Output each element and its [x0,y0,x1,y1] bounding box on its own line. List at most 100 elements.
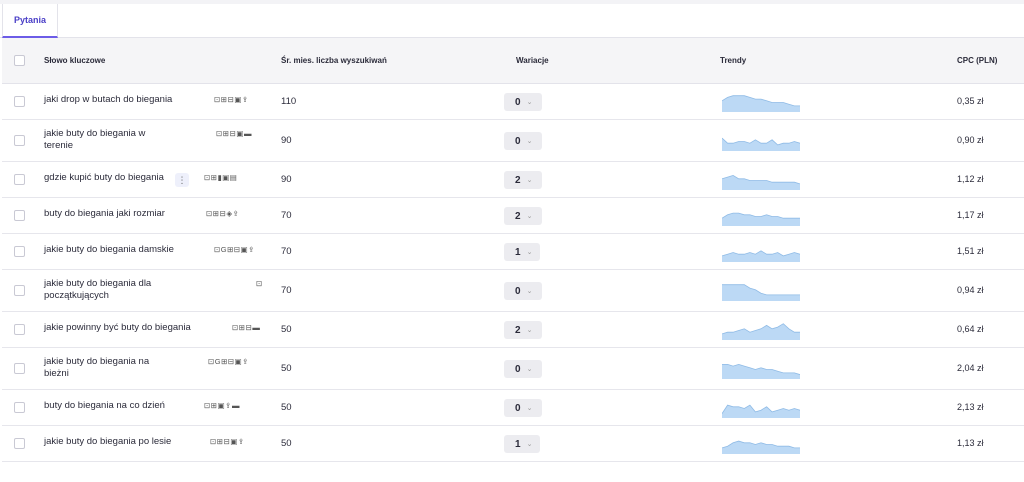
trend-sparkline [722,404,800,418]
search-volume: 70 [281,246,292,257]
variations-dropdown[interactable]: 2 ⌄ [504,321,542,339]
trend-sparkline [722,363,800,379]
serp-features-icons: ⊡⊞▣⇪▬ [204,401,240,410]
cpc-value: 1,12 zł [957,174,984,184]
table-row: jakie buty do biegania damskie ⊡G⊞⊟▣⇪ 70 1 ⌄… [2,234,1024,270]
variations-dropdown[interactable]: 0 ⌄ [504,93,542,111]
variations-count: 1 [515,438,521,450]
variations-count: 2 [515,324,521,336]
variations-dropdown[interactable]: 1 ⌄ [504,435,540,453]
chevron-down-icon: ⌄ [526,288,533,295]
select-all-checkbox[interactable] [14,55,25,66]
tab-pytania[interactable]: Pytania [2,4,58,38]
cpc-value: 1,13 zł [957,438,984,448]
serp-features-icons: ⊡⊞⊟▣⇪ [210,437,245,446]
chevron-down-icon: ⌄ [526,327,533,334]
keyword-text: jakie buty do biegania w terenie [44,128,146,151]
variations-dropdown[interactable]: 0 ⌄ [504,399,542,417]
page: Pytania Słowo kluczowe Śr. mies. liczba … [0,4,1024,482]
table-row: jaki drop w butach do biegania ⊡⊞⊟▣⇪ 110 0 ⌄… [2,84,1024,120]
row-checkbox[interactable] [14,438,25,449]
variations-count: 2 [515,174,521,186]
trend-sparkline [722,250,800,262]
variations-count: 0 [515,135,521,147]
variations-count: 1 [515,246,521,258]
table-row: jakie buty do biegania w terenie ⊡⊞⊟▣▬ 90 0… [2,120,1024,162]
cpc-value: 1,17 zł [957,210,984,220]
row-checkbox[interactable] [14,135,25,146]
serp-features-icons: ⊡G⊞⊟▣⇪ [208,357,250,366]
trend-sparkline [722,323,800,340]
variations-dropdown[interactable]: 0 ⌄ [504,282,542,300]
serp-features-icons: ⊡⊞⊟▬ [232,323,261,332]
trend-area [722,138,800,151]
cpc-value: 2,13 zł [957,402,984,412]
search-volume: 50 [281,438,292,449]
chevron-down-icon: ⌄ [526,441,533,448]
variations-dropdown[interactable]: 2 ⌄ [504,171,542,189]
row-checkbox[interactable] [14,363,25,374]
table-row: buty do biegania jaki rozmiar ⊡⊞⊟◈⇪ 70 2 ⌄ 1,… [2,198,1024,234]
trend-sparkline [722,212,800,226]
col-keyword-header[interactable]: Słowo kluczowe [44,56,105,65]
col-volume-header[interactable]: Śr. mies. liczba wyszukiwań [281,56,387,65]
table-body: jaki drop w butach do biegania ⊡⊞⊟▣⇪ 110 0 ⌄… [2,84,1024,462]
trend-sparkline [722,95,800,112]
chevron-down-icon: ⌄ [526,99,533,106]
serp-features-icons: ⊡⊞⊟▣▬ [216,129,252,138]
table-row: jakie powinny być buty do biegania ⊡⊞⊟▬ 50… [2,312,1024,348]
search-volume: 50 [281,402,292,413]
chevron-down-icon: ⌄ [526,405,533,412]
chevron-down-icon: ⌄ [526,249,533,256]
serp-features-icons: ⊡G⊞⊟▣⇪ [214,245,256,254]
chevron-down-icon: ⌄ [526,366,533,373]
cpc-value: 0,64 zł [957,324,984,334]
col-cpc-header[interactable]: CPC (PLN) [957,56,997,65]
keyword-text: jaki drop w butach do biegania [44,94,173,105]
col-trends-header[interactable]: Trendy [720,56,746,65]
serp-features-icons: ⊡⊞⊟▣⇪ [214,95,249,104]
variations-dropdown[interactable]: 0 ⌄ [504,360,542,378]
trend-sparkline [722,284,800,301]
keywords-table: Słowo kluczowe Śr. mies. liczba wyszukiw… [2,38,1024,462]
table-row: buty do biegania na co dzień ⊡⊞▣⇪▬ 50 0 ⌄ 2,1… [2,390,1024,426]
row-checkbox[interactable] [14,402,25,413]
row-checkbox[interactable] [14,210,25,221]
variations-dropdown[interactable]: 0 ⌄ [504,132,542,150]
row-checkbox[interactable] [14,96,25,107]
row-checkbox[interactable] [14,285,25,296]
keyword-text: jakie buty do biegania po lesie [44,436,172,447]
table-row: jakie buty do biegania dla początkującyc… [2,270,1024,312]
trend-sparkline [722,440,800,454]
col-variations-header[interactable]: Wariacje [516,56,549,65]
keyword-text: jakie buty do biegania damskie [44,244,174,255]
trend-area [722,364,800,379]
trend-sparkline [722,137,800,151]
variations-dropdown[interactable]: 1 ⌄ [504,243,540,261]
search-volume: 50 [281,324,292,335]
tab-bar: Pytania [0,4,1024,38]
trend-sparkline [722,174,800,190]
search-volume: 70 [281,210,292,221]
cpc-value: 0,35 zł [957,96,984,106]
keyword-text: jakie buty do biegania na bieżni [44,356,150,379]
keyword-text: jakie powinny być buty do biegania [44,322,191,333]
serp-features-icons: ⊡⊞⊟◈⇪ [206,209,240,218]
row-checkbox[interactable] [14,174,25,185]
table-header: Słowo kluczowe Śr. mies. liczba wyszukiw… [2,38,1024,84]
variations-count: 2 [515,210,521,222]
search-volume: 50 [281,363,292,374]
serp-features-icons: ⊡⊞▮▣▤ [204,173,238,182]
search-volume: 110 [281,96,297,107]
chevron-down-icon: ⌄ [526,213,533,220]
cpc-value: 0,94 zł [957,285,984,295]
cpc-value: 0,90 zł [957,135,984,145]
table-row: gdzie kupić buty do biegania ⋮ ⊡⊞▮▣▤ 90 2 ⌄ 1,… [2,162,1024,198]
keyword-text: buty do biegania jaki rozmiar [44,208,165,219]
row-checkbox[interactable] [14,324,25,335]
row-checkbox[interactable] [14,246,25,257]
trend-area [722,175,800,190]
chevron-down-icon: ⌄ [526,177,533,184]
variations-dropdown[interactable]: 2 ⌄ [504,207,542,225]
more-options-icon[interactable]: ⋮ [175,173,189,187]
